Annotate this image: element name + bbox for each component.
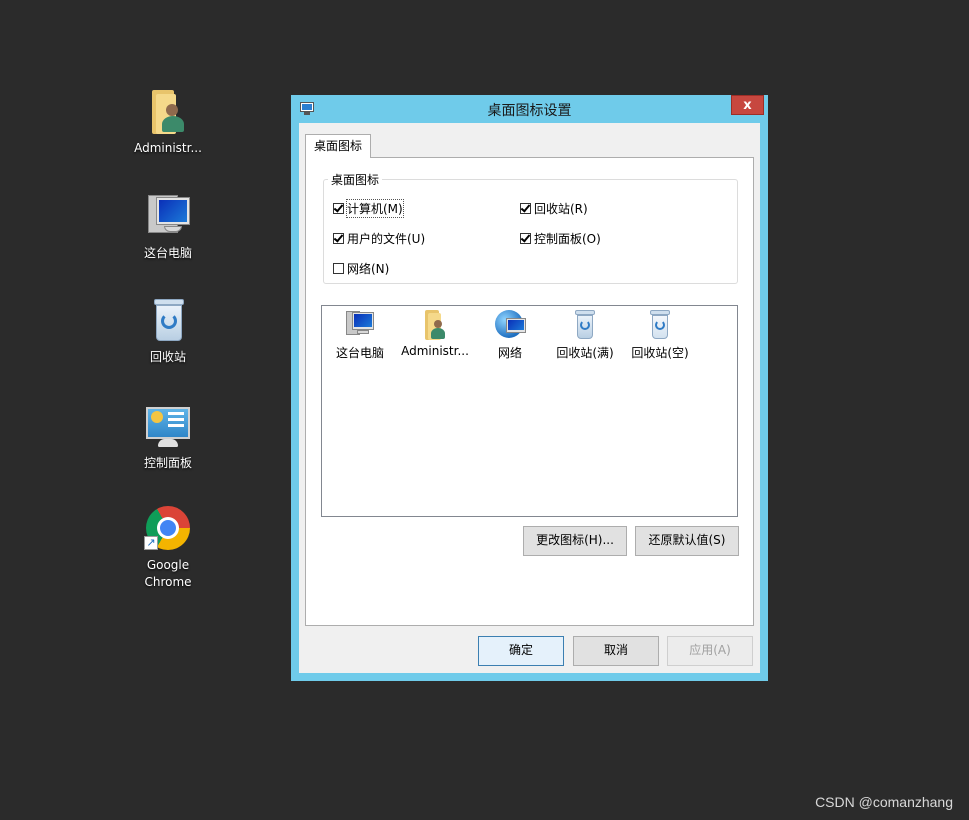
change-icon-button[interactable]: 更改图标(H)... xyxy=(523,526,627,556)
checkbox-checked-icon[interactable] xyxy=(333,233,344,244)
checkbox-network[interactable]: 网络(N) xyxy=(333,260,389,277)
groupbox-label: 桌面图标 xyxy=(328,171,383,188)
tab-desktop-icons[interactable]: 桌面图标 xyxy=(305,134,372,158)
close-icon: x xyxy=(743,98,752,113)
checkbox-label: 计算机(M) xyxy=(346,199,404,218)
control-panel-icon xyxy=(144,403,192,451)
desktop-icon-recycle-bin[interactable]: 回收站 xyxy=(123,297,213,366)
dialog-client-area: 桌面图标 桌面图标 计算机(M) 回收站(R) 用户的文件(U) 控制面板(O)… xyxy=(299,123,760,673)
computer-icon xyxy=(144,193,192,241)
list-item-label: 回收站(空) xyxy=(631,346,689,360)
desktop-icon-label: Administr... xyxy=(134,141,202,155)
desktop-icons-groupbox: 桌面图标 计算机(M) 回收站(R) 用户的文件(U) 控制面板(O) 网络(N… xyxy=(323,171,738,284)
checkbox-label: 回收站(R) xyxy=(534,202,588,216)
checkbox-recycle-bin[interactable]: 回收站(R) xyxy=(520,200,588,217)
desktop-icon-administrator[interactable]: Administr... xyxy=(123,88,213,157)
desktop-icon-settings-dialog: 桌面图标设置 x 桌面图标 桌面图标 计算机(M) 回收站(R) 用户的文件(U… xyxy=(291,95,768,681)
list-item-label: Administr... xyxy=(401,344,469,358)
list-item-label: 回收站(满) xyxy=(556,346,614,360)
list-item-administrator[interactable]: Administr... xyxy=(399,309,471,358)
desktop-icon-this-pc[interactable]: 这台电脑 xyxy=(123,193,213,262)
ok-button[interactable]: 确定 xyxy=(478,636,564,666)
list-item-label: 这台电脑 xyxy=(335,346,384,360)
checkbox-computer[interactable]: 计算机(M) xyxy=(333,199,404,218)
desktop-icon-label: 回收站 xyxy=(149,350,186,364)
checkbox-label: 控制面板(O) xyxy=(534,232,601,246)
close-button[interactable]: x xyxy=(731,95,764,115)
chrome-icon: ↗ xyxy=(144,505,192,553)
recycle-bin-full-icon xyxy=(569,309,601,341)
restore-default-button[interactable]: 还原默认值(S) xyxy=(635,526,739,556)
checkbox-user-files[interactable]: 用户的文件(U) xyxy=(333,230,425,247)
icon-preview-list[interactable]: 这台电脑 Administr... 网络 回收站(满) 回收站(空) xyxy=(321,305,738,517)
list-item-label: 网络 xyxy=(497,346,522,360)
network-icon xyxy=(494,309,526,341)
tab-panel: 桌面图标 计算机(M) 回收站(R) 用户的文件(U) 控制面板(O) 网络(N… xyxy=(305,157,754,626)
list-item-this-pc[interactable]: 这台电脑 xyxy=(324,309,396,361)
title-bar[interactable]: 桌面图标设置 x xyxy=(291,95,768,123)
checkbox-checked-icon[interactable] xyxy=(333,203,344,214)
desktop-icon-label: 控制面板 xyxy=(143,456,192,470)
list-item-recycle-bin-empty[interactable]: 回收站(空) xyxy=(624,309,696,361)
user-folder-icon xyxy=(144,88,192,136)
checkbox-checked-icon[interactable] xyxy=(520,203,531,214)
dialog-title: 桌面图标设置 xyxy=(487,103,572,119)
desktop-icon-control-panel[interactable]: 控制面板 xyxy=(123,403,213,472)
desktop-icon-label: Google Chrome xyxy=(144,558,192,589)
recycle-bin-icon xyxy=(144,297,192,345)
shortcut-arrow-icon: ↗ xyxy=(144,536,158,550)
computer-icon xyxy=(344,309,376,341)
watermark: CSDN @comanzhang xyxy=(815,794,953,810)
desktop-icon-google-chrome[interactable]: ↗ Google Chrome xyxy=(123,505,213,591)
checkbox-unchecked-icon[interactable] xyxy=(333,263,344,274)
checkbox-checked-icon[interactable] xyxy=(520,233,531,244)
recycle-bin-empty-icon xyxy=(644,309,676,341)
cancel-button[interactable]: 取消 xyxy=(573,636,659,666)
checkbox-label: 网络(N) xyxy=(347,262,390,276)
user-folder-icon xyxy=(419,309,451,341)
list-item-recycle-bin-full[interactable]: 回收站(满) xyxy=(549,309,621,361)
desktop-icon-label: 这台电脑 xyxy=(143,246,192,260)
checkbox-control-panel[interactable]: 控制面板(O) xyxy=(520,230,601,247)
list-item-network[interactable]: 网络 xyxy=(474,309,546,361)
checkbox-label: 用户的文件(U) xyxy=(347,232,426,246)
apply-button[interactable]: 应用(A) xyxy=(667,636,753,666)
